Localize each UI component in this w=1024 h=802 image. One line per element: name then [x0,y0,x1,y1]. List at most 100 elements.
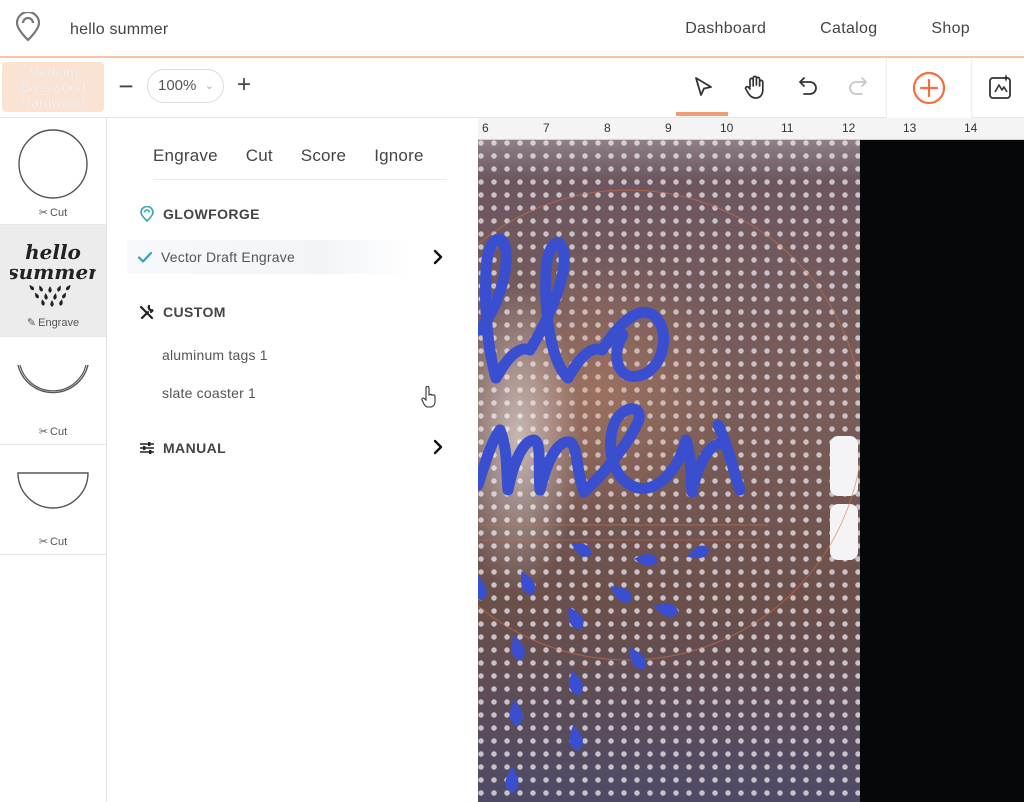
step-thumbnail-selected[interactable]: hello summer ✎ Engrave [0,225,106,337]
seed-drop [570,542,592,557]
document-title[interactable]: hello summer [70,21,168,39]
select-arrow-icon[interactable] [688,72,718,102]
seed-drop [62,292,66,299]
design-steps-sidebar: ✂ Cut hello summer ✎ Engrave ✂ Cut ✂ Cut [0,118,107,802]
step-thumbnail[interactable]: ✂ Cut [0,445,106,555]
zoom-in-button[interactable]: + [233,72,255,98]
checkmark-icon [137,251,153,263]
seed-drop [511,635,525,661]
section-manual: MANUAL [139,440,226,456]
step-operation-label: ✎ Engrave [26,317,80,329]
tab-cut[interactable]: Cut [246,146,273,166]
seed-drop [569,724,583,751]
zoom-level-select[interactable]: 100% ⌄ [147,69,224,103]
setting-slate-coaster-1[interactable]: slate coaster 1 [162,385,256,401]
seed-drop [53,293,57,300]
seed-drop [41,299,45,306]
placed-design-artwork[interactable] [478,140,860,802]
redo-icon[interactable] [844,72,874,102]
seed-drop [48,286,52,293]
seed-drop [629,647,646,670]
hello-summer-art-preview: hello summer [10,240,96,307]
seed-drop [35,292,39,299]
plus-circle-icon[interactable] [912,71,946,105]
section-title: CUSTOM [163,304,226,320]
ruler-tick: 10 [720,121,734,135]
undo-icon[interactable] [792,72,822,102]
section-title: MANUAL [163,440,227,456]
tools-icon [139,304,154,320]
step-operation-label: ✂ Cut [38,426,68,438]
add-artwork-tab[interactable] [886,58,972,122]
nav-catalog[interactable]: Catalog [820,20,877,38]
summer-lettering [478,403,746,498]
nav-shop[interactable]: Shop [931,20,970,38]
ruler-tick: 6 [482,121,489,135]
main-nav: Dashboard Catalog Shop [685,0,1024,58]
seed-drop [59,299,63,306]
magic-canvas-icon[interactable] [986,72,1014,102]
ruler-tick: 9 [665,121,672,135]
seed-drop [520,571,536,595]
section-glowforge: GLOWFORGE [139,206,260,222]
tab-score[interactable]: Score [301,146,346,166]
seed-drop [509,699,523,726]
ruler-tick: 7 [543,121,550,135]
seed-drop [44,293,48,300]
operation-tabs: Engrave Cut Score Ignore [153,146,447,180]
glowforge-logo-icon[interactable] [14,12,42,42]
seed-drop [50,300,54,307]
seed-drop [29,284,35,291]
zoom-level-value: 100% [158,77,197,94]
art-text-summer: summer [10,260,96,284]
section-title: GLOWFORGE [163,206,260,222]
tab-engrave[interactable]: Engrave [153,146,218,166]
seed-drop [478,574,487,601]
tab-ignore[interactable]: Ignore [374,146,423,166]
chevron-right-icon[interactable] [431,248,445,266]
material-selector-button[interactable]: Medium Basswood Hardwood [2,62,104,112]
setting-label: Vector Draft Engrave [161,249,295,265]
chevron-down-icon: ⌄ [204,80,214,92]
step-thumbnail[interactable]: ✂ Cut [0,337,106,445]
active-tool-indicator [676,112,728,116]
step-operation-label: ✂ Cut [38,207,68,219]
cut-outline-circle [478,189,860,661]
seed-drop [610,586,633,603]
glowforge-logo-icon [140,206,154,222]
seed-drop [505,766,519,793]
seed-drop [686,545,710,559]
section-custom: CUSTOM [139,304,226,320]
bed-canvas[interactable]: 6 7 8 9 10 11 12 13 14 [478,118,1024,802]
scissors-icon: ✂ [38,426,49,438]
setting-vector-draft-engrave[interactable]: Vector Draft Engrave [127,240,412,274]
seed-drop [634,554,658,567]
horizontal-ruler: 6 7 8 9 10 11 12 13 14 [478,118,1024,140]
seed-drop [65,284,71,291]
scissors-icon: ✂ [38,536,49,548]
setting-aluminum-tags-1[interactable]: aluminum tags 1 [162,347,268,363]
ruler-tick: 13 [903,121,917,135]
half-circle-shape-preview [17,472,89,509]
seed-drop [39,285,43,292]
arc-shape-preview [17,364,89,394]
zoom-out-button[interactable]: − [116,73,136,99]
chevron-right-icon[interactable] [431,438,445,456]
circle-shape-preview [18,129,88,199]
step-operation-label: ✂ Cut [38,536,68,548]
top-navigation-bar: hello summer Dashboard Catalog Shop [0,0,1024,58]
watermelon-seed-rays [478,542,710,793]
design-toolbar: Medium Basswood Hardwood − 100% ⌄ + [0,58,1024,118]
scissors-icon: ✂ [38,207,49,219]
hand-icon[interactable] [740,72,770,102]
nav-dashboard[interactable]: Dashboard [685,20,766,38]
step-thumbnail[interactable]: ✂ Cut [0,118,106,225]
sliders-icon [140,442,154,454]
seed-drop [568,606,584,630]
operation-settings-panel: Engrave Cut Score Ignore GLOWFORGE Vecto… [107,118,478,802]
ruler-tick: 8 [604,121,611,135]
seed-drop [57,285,61,292]
seed-drop [569,670,583,696]
seed-drop [653,603,679,617]
pencil-icon: ✎ [26,317,37,329]
